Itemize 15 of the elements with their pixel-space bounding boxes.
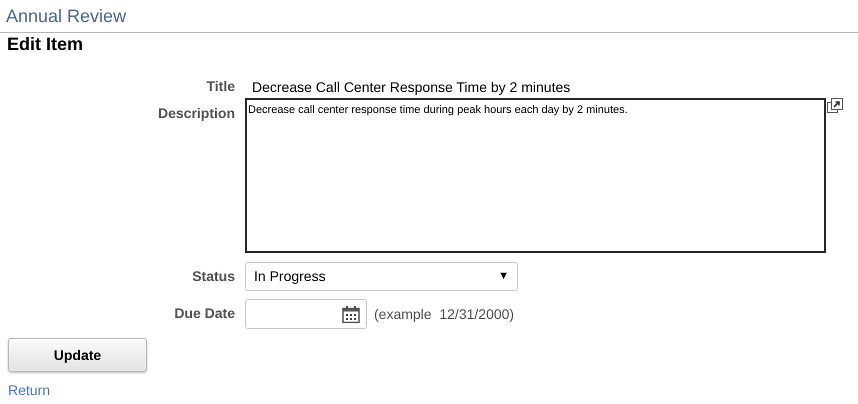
calendar-icon[interactable] [342, 306, 360, 322]
date-field[interactable] [245, 299, 367, 329]
field-label: Status [192, 268, 235, 284]
field-label: Due Date [174, 305, 235, 321]
status-dropdown[interactable]: In Progress ▼ [245, 262, 518, 291]
page-heading: Edit Item [7, 33, 84, 55]
field-label: Description [158, 105, 235, 121]
expand-icon[interactable] [827, 98, 843, 114]
update-button[interactable]: Update [8, 338, 147, 372]
title-value: Decrease Call Center Response Time by 2 minutes [252, 78, 570, 97]
return-link[interactable]: Return [8, 382, 50, 398]
field-label: Title [206, 78, 235, 94]
description-field[interactable]: Decrease call center response time during peak hours each day by 2 minutes. [245, 98, 826, 253]
date-format-hint: (example 12/31/2000) [374, 304, 514, 324]
page-title: Annual Review [6, 5, 128, 27]
